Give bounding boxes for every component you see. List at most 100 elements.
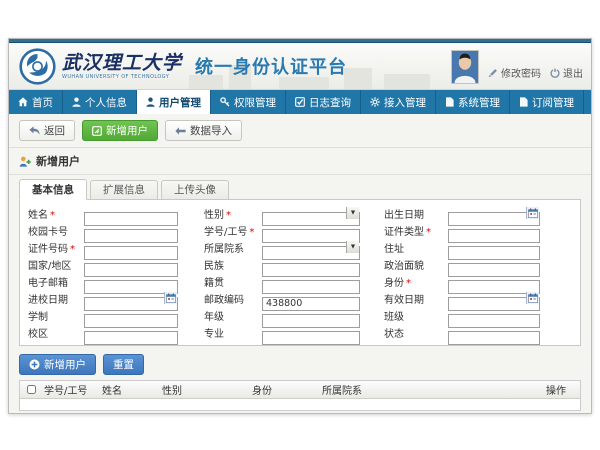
valid-date-label: 有效日期 (384, 291, 448, 306)
grade-label: 年级 (204, 308, 262, 323)
nav-tab-label: 首页 (32, 95, 53, 110)
table-empty-body (20, 399, 580, 410)
required-asterisk: * (226, 210, 231, 221)
major-label: 专业 (204, 325, 262, 340)
nav-bar: 首页个人信息 用户管理 权限管理 日志查询 接入管理 系统管理 订阅管理 (9, 90, 591, 114)
panel-tab-extended-info[interactable]: 扩展信息 (90, 180, 158, 200)
section-title: 新增用户 (36, 153, 80, 169)
major-input[interactable] (262, 331, 360, 345)
plus-circle-icon (29, 359, 40, 370)
nav-tab-access-management[interactable]: 接入管理 (361, 90, 436, 114)
birth-date-label: 出生日期 (384, 206, 448, 221)
id-number-label: 证件号码* (28, 240, 84, 255)
log-icon (295, 97, 305, 107)
back-button-label: 返回 (44, 123, 65, 138)
back-arrow-icon (29, 126, 40, 135)
class-label: 班级 (384, 308, 448, 323)
nav-tab-user-management[interactable]: 用户管理 (137, 90, 211, 114)
native-place-label: 籍贯 (204, 274, 262, 289)
logout-label: 退出 (563, 65, 583, 80)
table-column-header-0: 学号/工号 (40, 382, 98, 397)
key-icon (220, 97, 230, 107)
reset-button-label: 重置 (113, 357, 134, 372)
back-button[interactable]: 返回 (19, 120, 75, 141)
submit-add-user-label: 新增用户 (44, 357, 86, 372)
campus-card-label: 校园卡号 (28, 223, 84, 238)
logout-link[interactable]: 退出 (550, 65, 583, 84)
panel-body: 姓名*性别*▼出生日期校园卡号学号/工号*证件类型*证件号码*所属院系▼住址国家… (19, 200, 581, 346)
reset-button[interactable]: 重置 (103, 354, 144, 375)
gear-icon (370, 97, 380, 107)
required-asterisk: * (249, 227, 254, 238)
required-asterisk: * (426, 227, 431, 238)
content: 返回 新增用户 数据导入 新增用户 基本信息扩展信息上传头像 姓名*性别*▼出生… (9, 114, 591, 414)
university-name-block: 武汉理工大学 WUHAN UNIVERSITY OF TECHNOLOGY (62, 53, 182, 80)
new-user-doc-icon (92, 126, 102, 136)
panel-tabs: 基本信息扩展信息上传头像 (19, 179, 581, 200)
nav-tab-permission-management[interactable]: 权限管理 (211, 90, 286, 114)
table-column-header-4: 所属院系 (318, 382, 542, 397)
section-header: 新增用户 (9, 148, 591, 175)
data-import-label: 数据导入 (190, 123, 232, 138)
required-asterisk: * (50, 210, 55, 221)
nav-tab-label: 权限管理 (234, 95, 276, 110)
form-panel: 基本信息扩展信息上传头像 姓名*性别*▼出生日期校园卡号学号/工号*证件类型*证… (19, 179, 581, 346)
required-asterisk: * (70, 244, 75, 255)
chevron-down-icon[interactable]: ▼ (346, 241, 359, 253)
add-user-toolbar-button[interactable]: 新增用户 (82, 120, 158, 141)
person-icon (146, 97, 155, 107)
chevron-down-icon[interactable]: ▼ (346, 207, 359, 219)
status-input[interactable] (448, 331, 540, 345)
user-avatar (451, 50, 479, 84)
status-label: 状态 (384, 325, 448, 340)
panel-tab-basic-info[interactable]: 基本信息 (19, 179, 87, 200)
id-type-label: 证件类型* (384, 223, 448, 238)
table-column-header-5: 操作 (542, 382, 582, 397)
nav-tab-label: 日志查询 (309, 95, 351, 110)
home-icon (18, 97, 28, 107)
user-area: 修改密码 退出 (451, 50, 583, 84)
nav-tab-system-management[interactable]: 系统管理 (436, 90, 510, 114)
panel-tab-upload-avatar[interactable]: 上传头像 (161, 180, 229, 200)
university-logo-icon (19, 48, 56, 85)
nav-tab-subscription-management[interactable]: 订阅管理 (510, 90, 584, 114)
change-password-link[interactable]: 修改密码 (488, 65, 541, 84)
nav-tab-log-query[interactable]: 日志查询 (286, 90, 361, 114)
nav-tab-profile[interactable]: 个人信息 (63, 90, 137, 114)
calendar-icon[interactable] (526, 207, 539, 219)
table-header: 学号/工号姓名性别身份所属院系操作 (20, 381, 580, 399)
identity-label: 身份* (384, 274, 448, 289)
nav-tab-home[interactable]: 首页 (9, 90, 63, 114)
table-column-header-1: 姓名 (98, 382, 158, 397)
department-label: 所属院系 (204, 240, 262, 255)
nav-tab-label: 接入管理 (384, 95, 426, 110)
calendar-icon[interactable] (164, 292, 177, 304)
nav-tab-label: 系统管理 (458, 95, 500, 110)
data-import-button[interactable]: 数据导入 (165, 120, 242, 141)
import-arrow-icon (175, 127, 186, 135)
form-actions: 新增用户 重置 (19, 354, 591, 375)
campus-input[interactable] (84, 331, 178, 345)
add-user-toolbar-label: 新增用户 (106, 123, 148, 138)
platform-title: 统一身份认证平台 (195, 53, 347, 79)
required-asterisk: * (406, 278, 411, 289)
add-person-icon (19, 156, 31, 167)
calendar-icon[interactable] (526, 292, 539, 304)
doc-icon (445, 97, 454, 107)
university-name-en: WUHAN UNIVERSITY OF TECHNOLOGY (62, 74, 182, 80)
toolbar: 返回 新增用户 数据导入 (9, 114, 591, 148)
country-region-label: 国家/地区 (28, 257, 84, 272)
gender-label: 性别* (204, 206, 262, 221)
email-label: 电子邮箱 (28, 274, 84, 289)
form-grid: 姓名*性别*▼出生日期校园卡号学号/工号*证件类型*证件号码*所属院系▼住址国家… (28, 206, 572, 339)
results-table: 学号/工号姓名性别身份所属院系操作 (19, 380, 581, 411)
nav-tab-label: 用户管理 (159, 95, 201, 110)
doc-icon (519, 97, 528, 107)
select-all-checkbox[interactable] (27, 385, 36, 394)
ethnicity-label: 民族 (204, 257, 262, 272)
nav-tab-label: 订阅管理 (532, 95, 574, 110)
power-icon (550, 68, 560, 78)
university-name-cn: 武汉理工大学 (62, 53, 182, 74)
submit-add-user-button[interactable]: 新增用户 (19, 354, 96, 375)
school-system-label: 学制 (28, 308, 84, 323)
